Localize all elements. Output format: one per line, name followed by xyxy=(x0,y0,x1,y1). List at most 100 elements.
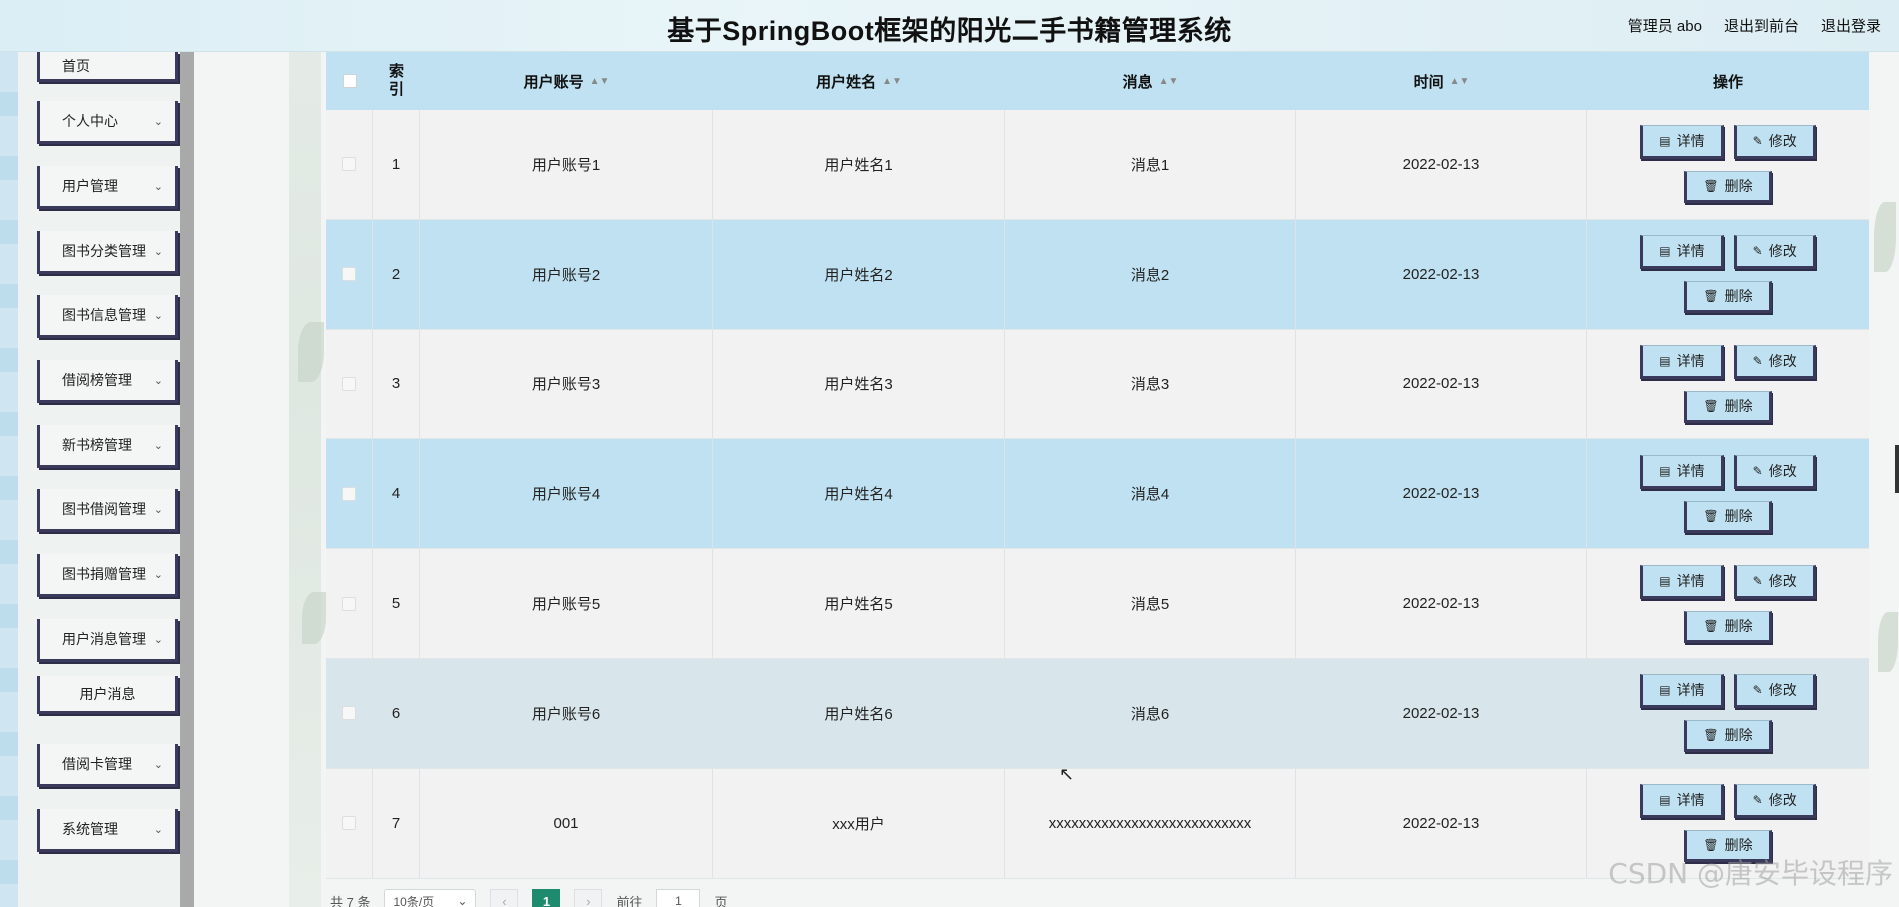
row-time: 2022-02-13 xyxy=(1296,439,1587,549)
sort-icon[interactable]: ▲▼ xyxy=(1159,76,1179,87)
sidebar-item-book-borrow[interactable]: 图书借阅管理 ⌄ xyxy=(37,489,178,532)
edit-button[interactable]: ✎ 修改 xyxy=(1733,344,1816,379)
sidebar-item-book-category[interactable]: 图书分类管理 ⌄ xyxy=(37,231,178,274)
logout-link[interactable]: 退出登录 xyxy=(1821,15,1881,36)
delete-button-label: 删除 xyxy=(1724,507,1753,524)
edit-button-label: 修改 xyxy=(1768,243,1797,260)
scrollbar-thumb[interactable] xyxy=(1895,445,1899,493)
chevron-down-icon: ⌄ xyxy=(153,180,163,193)
detail-button[interactable]: ▤ 详情 xyxy=(1640,674,1724,709)
row-checkbox[interactable] xyxy=(342,267,356,282)
leaf-decoration xyxy=(1874,202,1896,272)
row-operations: ▤ 详情 ✎ 修改 🗑 删除 xyxy=(1587,110,1869,219)
detail-button[interactable]: ▤ 详情 xyxy=(1640,784,1724,819)
header-name[interactable]: 用户姓名 ▲▼ xyxy=(713,52,1005,110)
table-row: 4 用户账号4 用户姓名4 消息4 2022-02-13 ▤ 详情 ✎ 修改 🗑 删除 xyxy=(326,439,1869,550)
sidebar-item-label: 系统管理 xyxy=(62,821,118,837)
row-time: 2022-02-13 xyxy=(1296,549,1587,658)
document-icon: ▤ xyxy=(1659,463,1671,478)
trash-icon: 🗑 xyxy=(1703,838,1719,853)
pencil-icon: ✎ xyxy=(1752,463,1763,478)
row-index: 7 xyxy=(373,768,420,878)
chevron-down-icon: ⌄ xyxy=(153,245,163,258)
select-all-checkbox[interactable] xyxy=(342,74,357,88)
row-message: xxxxxxxxxxxxxxxxxxxxxxxxxxx xyxy=(1005,768,1296,878)
user-message-table: 索引 用户账号 ▲▼ 用户姓名 ▲▼ 消息 ▲▼ 时间 ▲▼ 操作 1 用户账号1 用户… xyxy=(326,52,1869,879)
row-account: 用户账号3 xyxy=(420,329,713,439)
edit-button[interactable]: ✎ 修改 xyxy=(1733,674,1816,709)
detail-button[interactable]: ▤ 详情 xyxy=(1640,125,1724,160)
sidebar-subitem-user-message[interactable]: 用户消息 xyxy=(37,676,178,714)
sidebar-item-library-card[interactable]: 借阅卡管理 ⌄ xyxy=(37,744,178,787)
row-checkbox[interactable] xyxy=(342,816,356,831)
goto-page-input[interactable]: 1 xyxy=(656,889,701,907)
detail-button[interactable]: ▤ 详情 xyxy=(1640,235,1724,270)
sidebar-item-book-info[interactable]: 图书信息管理 ⌄ xyxy=(37,295,178,338)
sidebar-item-personal-center[interactable]: 个人中心 ⌄ xyxy=(37,101,178,144)
detail-button-label: 详情 xyxy=(1676,243,1705,260)
chevron-down-icon: ⌄ xyxy=(457,894,468,907)
sidebar-item-user-management[interactable]: 用户管理 ⌄ xyxy=(37,166,178,209)
sidebar-item-system-management[interactable]: 系统管理 ⌄ xyxy=(37,809,178,852)
page-size-select[interactable]: 10条/页 ⌄ xyxy=(384,889,477,907)
edit-button-label: 修改 xyxy=(1768,133,1797,150)
edit-button[interactable]: ✎ 修改 xyxy=(1733,454,1816,489)
row-checkbox[interactable] xyxy=(342,596,356,611)
chevron-down-icon: ⌄ xyxy=(153,823,163,836)
row-checkbox[interactable] xyxy=(342,706,356,721)
detail-button[interactable]: ▤ 详情 xyxy=(1640,454,1724,489)
chevron-down-icon: ⌄ xyxy=(153,115,163,128)
edit-button[interactable]: ✎ 修改 xyxy=(1733,125,1816,160)
row-index: 6 xyxy=(373,658,420,768)
row-message: 消息6 xyxy=(1005,658,1296,768)
edit-button[interactable]: ✎ 修改 xyxy=(1733,784,1816,819)
sidebar-item-label: 图书分类管理 xyxy=(62,243,146,259)
delete-button[interactable]: 🗑 删除 xyxy=(1684,720,1772,753)
chevron-down-icon: ⌄ xyxy=(153,439,163,452)
delete-button[interactable]: 🗑 删除 xyxy=(1684,610,1772,643)
prev-page-button[interactable]: ‹ xyxy=(490,889,519,907)
row-account: 用户账号4 xyxy=(420,439,713,549)
edit-button[interactable]: ✎ 修改 xyxy=(1733,564,1816,599)
delete-button[interactable]: 🗑 删除 xyxy=(1684,390,1772,423)
edit-button-label: 修改 xyxy=(1768,682,1797,699)
delete-button-label: 删除 xyxy=(1724,397,1753,414)
sidebar-decor-strip xyxy=(0,52,18,907)
header-select-all[interactable] xyxy=(326,52,373,110)
sidebar-item-borrow-rank[interactable]: 借阅榜管理 ⌄ xyxy=(37,360,178,403)
header-message[interactable]: 消息 ▲▼ xyxy=(1005,52,1296,110)
header-time[interactable]: 时间 ▲▼ xyxy=(1296,52,1587,110)
sidebar-item-home[interactable]: 首页 xyxy=(37,52,178,82)
page-size-value: 10条/页 xyxy=(393,894,435,907)
row-account: 用户账号2 xyxy=(420,219,713,329)
sidebar-item-user-message-management[interactable]: 用户消息管理 ⌄ xyxy=(37,619,178,662)
sort-icon[interactable]: ▲▼ xyxy=(590,76,610,87)
sort-icon[interactable]: ▲▼ xyxy=(882,76,902,87)
sort-icon[interactable]: ▲▼ xyxy=(1450,76,1470,87)
detail-button[interactable]: ▤ 详情 xyxy=(1640,564,1724,599)
admin-user-label[interactable]: 管理员 abo xyxy=(1628,15,1702,36)
row-name: 用户姓名2 xyxy=(713,219,1005,329)
detail-button-label: 详情 xyxy=(1676,792,1705,809)
exit-to-front-link[interactable]: 退出到前台 xyxy=(1724,15,1799,36)
row-checkbox[interactable] xyxy=(342,157,356,172)
delete-button[interactable]: 🗑 删除 xyxy=(1684,500,1772,533)
sidebar-item-new-book-rank[interactable]: 新书榜管理 ⌄ xyxy=(37,425,178,468)
sidebar-item-book-donation[interactable]: 图书捐赠管理 ⌄ xyxy=(37,554,178,597)
delete-button[interactable]: 🗑 删除 xyxy=(1684,281,1772,314)
row-account: 用户账号1 xyxy=(420,110,713,219)
sidebar-item-label: 首页 xyxy=(62,57,90,74)
header-account[interactable]: 用户账号 ▲▼ xyxy=(420,52,713,110)
next-page-button[interactable]: › xyxy=(574,889,603,907)
page-number-current[interactable]: 1 xyxy=(532,889,561,907)
sidebar-item-label: 新书榜管理 xyxy=(62,437,132,453)
row-checkbox[interactable] xyxy=(342,486,356,501)
row-checkbox[interactable] xyxy=(342,376,356,391)
delete-button[interactable]: 🗑 删除 xyxy=(1684,171,1772,204)
detail-button[interactable]: ▤ 详情 xyxy=(1640,344,1724,379)
row-index: 4 xyxy=(373,439,420,549)
header-time-label: 时间 xyxy=(1413,73,1444,91)
document-icon: ▤ xyxy=(1659,353,1671,368)
edit-button[interactable]: ✎ 修改 xyxy=(1733,235,1816,270)
pencil-icon: ✎ xyxy=(1752,793,1763,808)
